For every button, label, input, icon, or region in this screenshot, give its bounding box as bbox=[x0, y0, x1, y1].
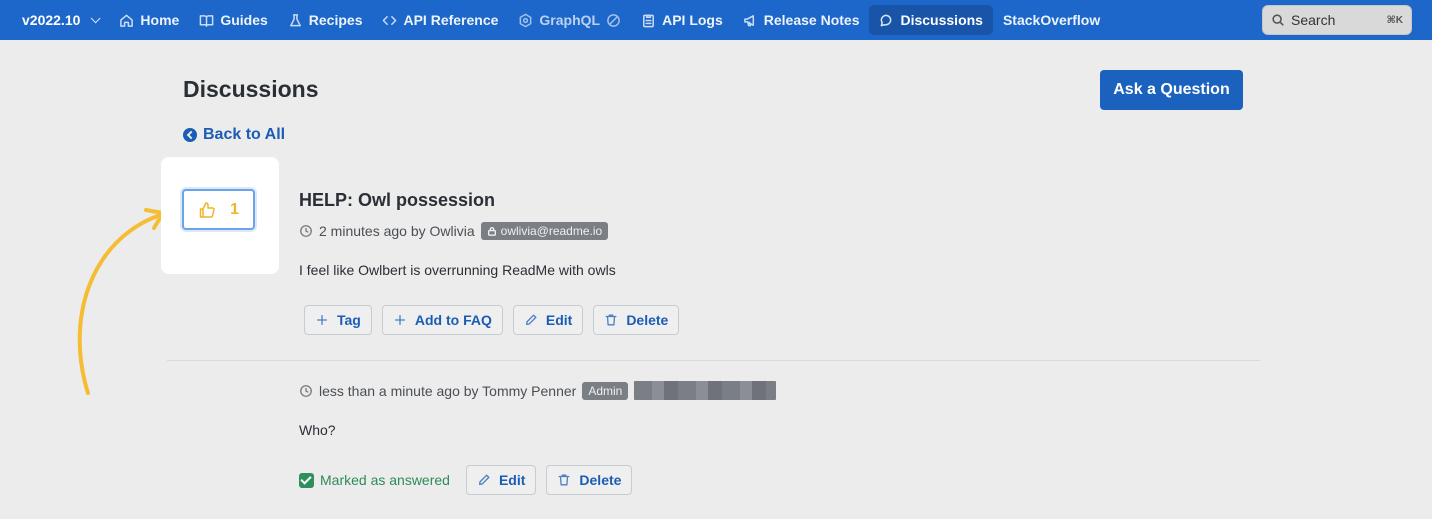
answer-actions: Marked as answered Edit Delete bbox=[299, 465, 633, 495]
clock-icon bbox=[300, 384, 312, 397]
nav-item-label: API Logs bbox=[662, 12, 723, 28]
chevron-down-icon bbox=[91, 12, 101, 23]
search-label: Search bbox=[1291, 12, 1336, 28]
code-icon bbox=[383, 15, 397, 25]
marked-as-answered[interactable]: Marked as answered bbox=[299, 472, 450, 488]
disabled-icon bbox=[607, 13, 620, 27]
delete-label: Delete bbox=[626, 312, 669, 328]
book-icon bbox=[199, 14, 214, 27]
page-title: Discussions bbox=[183, 76, 319, 102]
version-selector[interactable]: v2022.10 bbox=[0, 0, 109, 40]
nav-item-label: Home bbox=[140, 12, 180, 28]
top-nav: v2022.10 Home Guides Recipes API Referen… bbox=[0, 0, 1432, 40]
nav-item-label: Recipes bbox=[308, 12, 363, 28]
home-icon bbox=[120, 14, 134, 27]
thumbs-up-icon bbox=[199, 201, 215, 218]
delete-label: Delete bbox=[579, 472, 622, 488]
nav-item-recipes[interactable]: Recipes bbox=[278, 5, 373, 35]
nav-item-discussions[interactable]: Discussions bbox=[869, 5, 993, 35]
question-time: 2 minutes ago by Owlivia bbox=[319, 223, 475, 239]
redacted-email bbox=[634, 381, 777, 400]
tag-button[interactable]: Tag bbox=[304, 305, 372, 335]
nav-item-label: Guides bbox=[220, 12, 268, 28]
answer-meta: less than a minute ago by Tommy Penner A… bbox=[299, 381, 777, 400]
plus-icon bbox=[316, 314, 328, 326]
graphql-icon bbox=[520, 13, 532, 27]
edit-label: Edit bbox=[545, 312, 573, 328]
pencil-icon bbox=[478, 474, 490, 486]
version-label: v2022.10 bbox=[22, 12, 81, 28]
lock-icon bbox=[487, 227, 496, 236]
add-to-faq-label: Add to FAQ bbox=[414, 312, 492, 328]
vote-highlight-card: 1 bbox=[161, 157, 279, 274]
nav-item-home[interactable]: Home bbox=[109, 5, 189, 35]
pencil-icon bbox=[525, 314, 537, 326]
question-body: I feel like Owlbert is overrunning ReadM… bbox=[299, 262, 616, 278]
search-icon bbox=[1272, 14, 1284, 26]
back-arrow-icon bbox=[183, 128, 197, 142]
answer-time: less than a minute ago by Tommy Penner bbox=[319, 382, 577, 399]
back-to-all-link[interactable]: Back to All bbox=[183, 126, 285, 144]
nav-item-api-reference[interactable]: API Reference bbox=[372, 5, 508, 35]
flask-icon bbox=[289, 13, 301, 26]
clock-icon bbox=[300, 225, 312, 237]
upvote-button[interactable]: 1 bbox=[182, 189, 255, 230]
email-badge-label: owlivia@readme.io bbox=[500, 224, 603, 238]
ask-question-button[interactable]: Ask a Question bbox=[1100, 70, 1243, 110]
search-button[interactable]: Search ⌘K bbox=[1262, 5, 1412, 35]
back-link-label: Back to All bbox=[203, 126, 286, 143]
clipboard-icon bbox=[643, 14, 655, 27]
nav-item-guides[interactable]: Guides bbox=[189, 5, 277, 35]
answered-label: Marked as answered bbox=[320, 472, 450, 488]
question-title: HELP: Owl possession bbox=[299, 190, 496, 210]
delete-answer-button[interactable]: Delete bbox=[546, 465, 633, 495]
nav-item-label: StackOverflow bbox=[1002, 12, 1101, 28]
email-badge: owlivia@readme.io bbox=[480, 222, 609, 240]
chat-icon bbox=[881, 14, 892, 26]
search-shortcut: ⌘K bbox=[1386, 14, 1404, 26]
tag-button-label: Tag bbox=[337, 312, 361, 328]
edit-answer-button[interactable]: Edit bbox=[465, 465, 537, 495]
edit-question-button[interactable]: Edit bbox=[512, 305, 584, 335]
answered-checkbox[interactable] bbox=[299, 472, 314, 488]
nav-item-release-notes[interactable]: Release Notes bbox=[733, 5, 870, 35]
vote-count: 1 bbox=[230, 200, 239, 218]
trash-icon bbox=[605, 314, 617, 326]
nav-item-label: API Reference bbox=[403, 12, 499, 28]
add-to-faq-button[interactable]: Add to FAQ bbox=[381, 305, 503, 335]
nav-item-label: Discussions bbox=[900, 12, 983, 28]
nav-item-label: Release Notes bbox=[763, 12, 860, 28]
trash-icon bbox=[558, 474, 570, 486]
nav-item-label: GraphQL bbox=[539, 12, 601, 28]
nav-item-api-logs[interactable]: API Logs bbox=[631, 5, 733, 35]
nav-item-stackoverflow[interactable]: StackOverflow bbox=[993, 5, 1110, 35]
delete-question-button[interactable]: Delete bbox=[593, 305, 680, 335]
divider bbox=[167, 360, 1260, 361]
question-meta: 2 minutes ago by Owlivia owlivia@readme.… bbox=[299, 222, 609, 240]
nav-item-graphql[interactable]: GraphQL bbox=[508, 5, 631, 35]
question-actions: Tag Add to FAQ Edit Delete bbox=[304, 305, 680, 335]
megaphone-icon bbox=[743, 14, 754, 26]
answer-body: Who? bbox=[299, 422, 336, 438]
edit-label: Edit bbox=[498, 472, 526, 488]
plus-icon bbox=[394, 314, 405, 326]
admin-badge: Admin bbox=[582, 381, 629, 400]
